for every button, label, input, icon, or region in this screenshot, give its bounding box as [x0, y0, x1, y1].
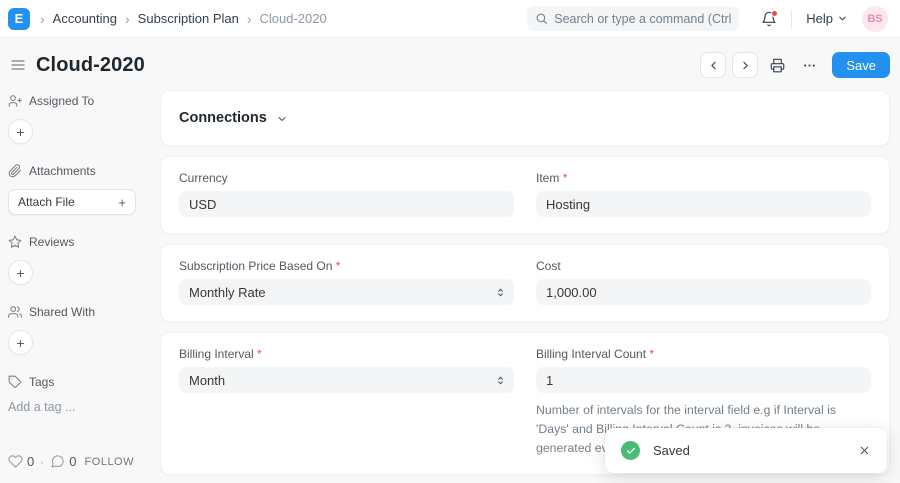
billing-interval-label: Billing Interval *: [179, 347, 514, 361]
billing-interval-count-label: Billing Interval Count *: [536, 347, 871, 361]
attachments-section: Attachments Attach File +: [8, 164, 140, 215]
required-marker: *: [336, 259, 341, 273]
notification-dot: [771, 10, 778, 17]
comment-count: 0: [69, 454, 76, 469]
reviews-label: Reviews: [29, 235, 74, 249]
shared-with-label: Shared With: [29, 305, 95, 319]
paperclip-icon: [8, 164, 22, 178]
search-input[interactable]: [554, 12, 731, 26]
add-assignment-button[interactable]: +: [8, 119, 33, 144]
price-based-on-select[interactable]: Monthly Rate: [179, 279, 514, 305]
chevron-right-icon: ›: [125, 12, 130, 26]
avatar[interactable]: BS: [862, 6, 888, 32]
tags-label: Tags: [29, 375, 54, 389]
toast-message: Saved: [653, 443, 690, 458]
breadcrumb: › Accounting › Subscription Plan › Cloud…: [40, 11, 327, 26]
chevron-left-icon: [707, 59, 720, 72]
chevron-right-icon: [739, 59, 752, 72]
app-logo-icon[interactable]: E: [8, 8, 30, 30]
more-menu-button[interactable]: [796, 52, 822, 78]
currency-item-row: Currency USD Item * Hosting: [160, 156, 890, 234]
toast-notification: Saved: [605, 428, 887, 473]
global-search[interactable]: [527, 6, 739, 31]
currency-label: Currency: [179, 171, 514, 185]
star-icon: [8, 235, 22, 249]
form-body: Connections Currency USD Item * Hosting: [160, 90, 890, 483]
prev-document-button[interactable]: [700, 52, 726, 78]
print-button[interactable]: [764, 52, 790, 78]
help-menu[interactable]: Help: [806, 11, 848, 26]
breadcrumb-accounting[interactable]: Accounting: [53, 11, 117, 26]
add-tag-input[interactable]: Add a tag ...: [8, 400, 140, 414]
breadcrumb-subscription-plan[interactable]: Subscription Plan: [138, 11, 239, 26]
notifications-bell-icon[interactable]: [761, 11, 777, 27]
required-marker: *: [649, 347, 654, 361]
user-plus-icon: [8, 94, 22, 108]
like-count: 0: [27, 454, 34, 469]
close-icon[interactable]: [858, 444, 871, 457]
chevron-right-icon: ›: [40, 12, 45, 26]
help-label: Help: [806, 11, 833, 26]
currency-input[interactable]: USD: [179, 191, 514, 217]
save-button[interactable]: Save: [832, 52, 890, 78]
connections-title: Connections: [179, 110, 267, 126]
cost-input[interactable]: 1,000.00: [536, 279, 871, 305]
attachments-label: Attachments: [29, 164, 96, 178]
currency-field: Currency USD: [179, 171, 514, 217]
item-field: Item * Hosting: [536, 171, 871, 217]
divider: [791, 10, 792, 28]
unfold-arrows-icon: [495, 287, 506, 298]
follow-button[interactable]: FOLLOW: [85, 456, 134, 468]
billing-interval-value: Month: [189, 373, 225, 388]
cost-field: Cost 1,000.00: [536, 259, 871, 305]
billing-interval-count-input[interactable]: 1: [536, 367, 871, 393]
reviews-section: Reviews +: [8, 235, 140, 285]
heart-icon[interactable]: [8, 454, 23, 469]
breadcrumb-current: Cloud-2020: [260, 11, 327, 26]
users-icon: [8, 305, 22, 319]
ellipsis-icon: [802, 58, 817, 73]
cost-label: Cost: [536, 259, 871, 273]
chevron-right-icon: ›: [247, 12, 252, 26]
required-marker: *: [257, 347, 262, 361]
comment-icon[interactable]: [50, 454, 65, 469]
price-based-on-field: Subscription Price Based On * Monthly Ra…: [179, 259, 514, 305]
plus-icon: +: [118, 195, 126, 210]
price-based-on-label: Subscription Price Based On *: [179, 259, 514, 273]
dot-separator: ·: [40, 455, 44, 469]
connections-section-header[interactable]: Connections: [160, 90, 890, 146]
next-document-button[interactable]: [732, 52, 758, 78]
assigned-to-section: Assigned To +: [8, 94, 140, 144]
page-title: Cloud-2020: [36, 54, 145, 77]
sidebar-toggle-icon[interactable]: [8, 55, 28, 75]
required-marker: *: [563, 171, 568, 185]
price-cost-row: Subscription Price Based On * Monthly Ra…: [160, 244, 890, 322]
page-header: Cloud-2020 Save: [0, 38, 900, 90]
assigned-to-label: Assigned To: [29, 94, 94, 108]
printer-icon: [770, 58, 785, 73]
add-share-button[interactable]: +: [8, 330, 33, 355]
search-icon: [535, 12, 548, 25]
form-sidebar: Assigned To + Attachments Attach File +: [0, 90, 140, 483]
shared-with-section: Shared With +: [8, 305, 140, 355]
success-check-icon: [621, 441, 640, 460]
tags-section: Tags Add a tag ...: [8, 375, 140, 414]
add-review-button[interactable]: +: [8, 260, 33, 285]
chevron-down-icon: [837, 13, 848, 24]
navbar: E › Accounting › Subscription Plan › Clo…: [0, 0, 900, 38]
price-based-on-value: Monthly Rate: [189, 285, 266, 300]
tag-icon: [8, 375, 22, 389]
chevron-down-icon: [276, 113, 288, 125]
item-input[interactable]: Hosting: [536, 191, 871, 217]
billing-interval-field: Billing Interval * Month: [179, 347, 514, 393]
billing-interval-select[interactable]: Month: [179, 367, 514, 393]
attach-file-label: Attach File: [18, 195, 75, 209]
unfold-arrows-icon: [495, 375, 506, 386]
attach-file-button[interactable]: Attach File +: [8, 189, 136, 215]
reactions-row: 0 · 0 FOLLOW: [8, 454, 134, 469]
item-label: Item *: [536, 171, 871, 185]
